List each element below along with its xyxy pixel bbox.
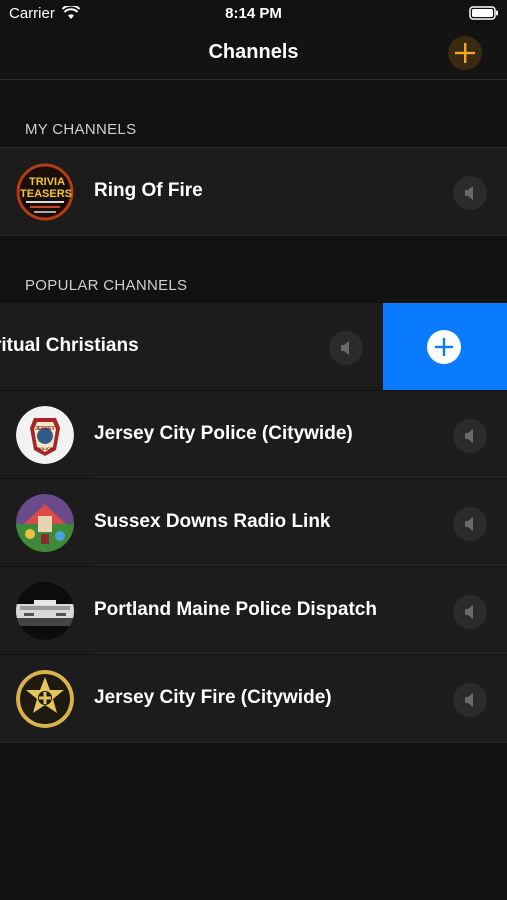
divider bbox=[94, 477, 507, 478]
page-title: Channels bbox=[208, 41, 299, 63]
speaker-icon bbox=[465, 693, 473, 707]
channel-avatar bbox=[16, 582, 74, 640]
mute-button[interactable] bbox=[329, 331, 363, 365]
swipe-add-button[interactable] bbox=[383, 303, 507, 390]
speaker-icon bbox=[341, 341, 349, 355]
svg-text:TEASERS: TEASERS bbox=[20, 188, 72, 200]
nav-bar: Channels bbox=[0, 28, 507, 80]
channel-name: Jersey City Police (Citywide) bbox=[94, 423, 353, 444]
divider bbox=[94, 565, 507, 566]
list-item[interactable]: Jersey City Fire (Citywide) bbox=[0, 655, 507, 742]
status-bar: Carrier 8:14 PM bbox=[0, 0, 507, 28]
svg-text:POLICE: POLICE bbox=[38, 446, 53, 451]
mute-button[interactable] bbox=[453, 595, 487, 629]
list-item[interactable]: JERSEY POLICE Jersey City Police (Citywi… bbox=[0, 391, 507, 478]
mute-button[interactable] bbox=[453, 683, 487, 717]
mute-button[interactable] bbox=[453, 507, 487, 541]
channel-name: Sussex Downs Radio Link bbox=[94, 511, 331, 532]
section-header-my-channels: MY CHANNELS bbox=[25, 121, 137, 138]
add-channel-button[interactable] bbox=[448, 36, 482, 70]
add-circle-icon bbox=[427, 330, 461, 364]
speaker-icon bbox=[465, 605, 473, 619]
channel-name: Ring Of Fire bbox=[94, 180, 203, 201]
mute-button[interactable] bbox=[453, 176, 487, 210]
battery-icon bbox=[469, 6, 499, 24]
plus-icon bbox=[455, 43, 475, 63]
divider bbox=[0, 235, 507, 236]
speaker-icon bbox=[465, 186, 473, 200]
list-item[interactable]: ritual Christians bbox=[0, 303, 507, 390]
divider bbox=[94, 653, 507, 654]
channel-avatar: JERSEY POLICE bbox=[16, 406, 74, 464]
status-time: 8:14 PM bbox=[225, 5, 282, 22]
channel-avatar: TRIVIA TEASERS bbox=[16, 163, 74, 221]
svg-text:JERSEY: JERSEY bbox=[35, 426, 55, 432]
channel-name: Jersey City Fire (Citywide) bbox=[94, 687, 332, 708]
list-item[interactable]: Portland Maine Police Dispatch bbox=[0, 567, 507, 654]
section-header-popular-channels: POPULAR CHANNELS bbox=[25, 277, 188, 294]
speaker-icon bbox=[465, 429, 473, 443]
channel-name: ritual Christians bbox=[0, 335, 139, 356]
list-item[interactable]: TRIVIA TEASERS Ring Of Fire bbox=[0, 148, 507, 235]
mute-button[interactable] bbox=[453, 419, 487, 453]
channel-name: Portland Maine Police Dispatch bbox=[94, 599, 377, 620]
speaker-icon bbox=[465, 517, 473, 531]
list-item[interactable]: Sussex Downs Radio Link bbox=[0, 479, 507, 566]
channel-avatar bbox=[16, 494, 74, 552]
channel-avatar bbox=[16, 670, 74, 728]
divider bbox=[0, 742, 507, 743]
svg-text:TRIVIA: TRIVIA bbox=[29, 176, 65, 188]
